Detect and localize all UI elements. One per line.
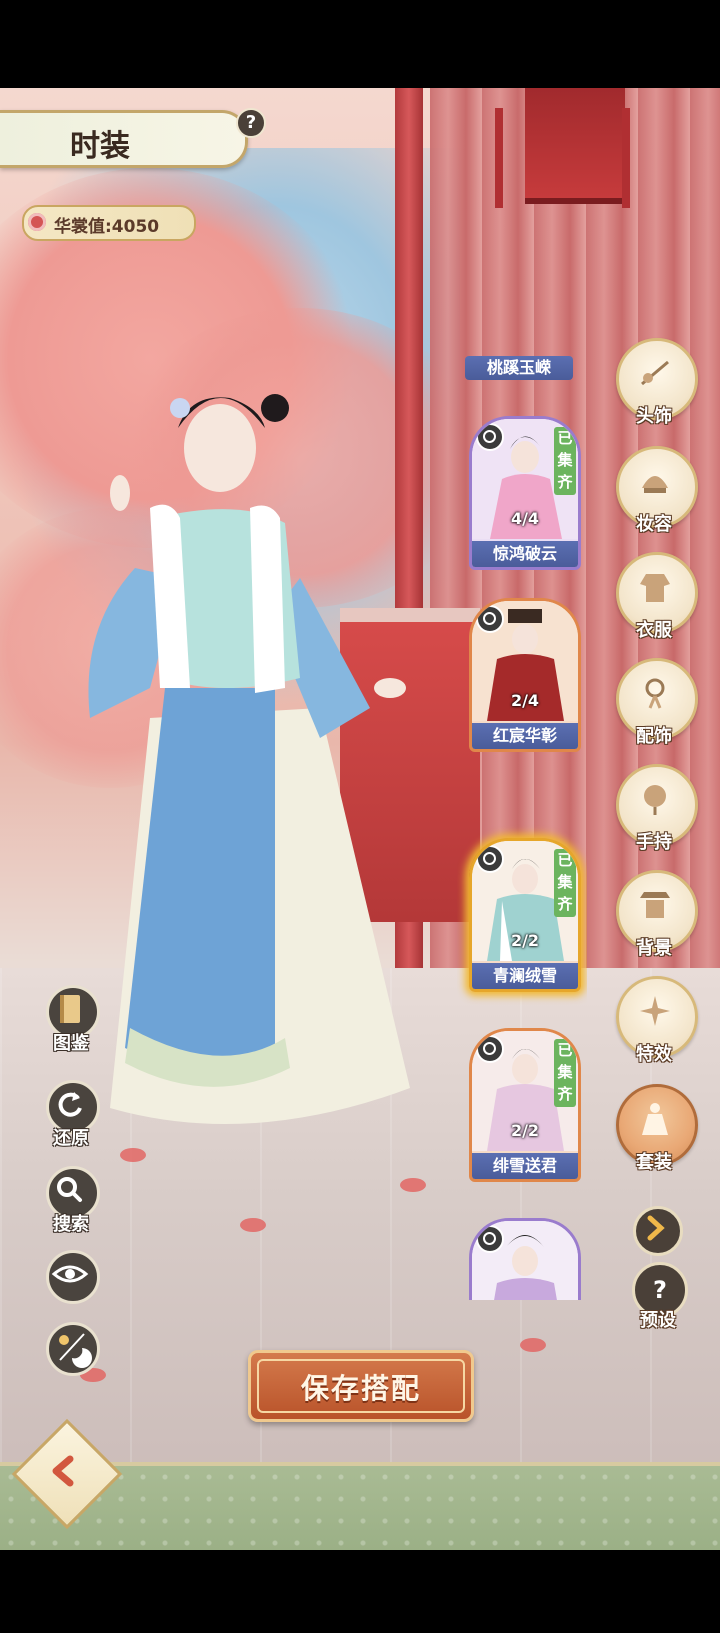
category-label: 特效: [636, 1044, 672, 1065]
zoom-icon[interactable]: [476, 423, 504, 451]
outfit-name: 惊鸿破云: [472, 541, 578, 567]
tool-label: 图鉴: [53, 1033, 89, 1054]
reset-button[interactable]: 还原: [36, 1080, 106, 1150]
category-effects[interactable]: 特效: [612, 976, 698, 1065]
score-value: 华裳值:4050: [54, 217, 160, 237]
category-outfit-set[interactable]: 套装: [612, 1084, 698, 1173]
eye-icon: [51, 1265, 89, 1283]
category-label: 妆容: [636, 514, 672, 535]
category-makeup[interactable]: 妆容: [612, 446, 698, 535]
day-night-icon: [59, 1333, 92, 1368]
outfit-name: 红宸华彰: [472, 723, 578, 749]
save-outfit-button[interactable]: 保存搭配: [248, 1350, 474, 1422]
lantern: [525, 88, 625, 204]
chevron-right-icon: [647, 1215, 665, 1241]
collected-badge: 已集齐: [554, 427, 576, 495]
piece-count: 4/4: [510, 509, 540, 528]
piece-count: 2/2: [510, 931, 540, 950]
category-clothing[interactable]: 衣服: [612, 552, 698, 641]
category-label: 配饰: [636, 726, 672, 747]
collected-badge: 已集齐: [554, 1039, 576, 1107]
category-label: 套装: [636, 1152, 672, 1173]
category-label: 衣服: [636, 620, 672, 641]
fan-icon: [644, 785, 666, 815]
page-title: 时装: [70, 129, 130, 164]
outfit-card[interactable]: 已集齐 4/4 惊鸿破云: [469, 416, 581, 570]
outfit-name: 绯雪送君: [472, 1153, 578, 1179]
accessory-icon: [645, 678, 665, 709]
catalog-button[interactable]: 图鉴: [36, 985, 106, 1055]
outfit-set-icon: [642, 1103, 668, 1135]
preset-label: 预设: [640, 1310, 676, 1331]
category-background[interactable]: 背景: [612, 870, 698, 959]
pavilion-icon: [640, 892, 670, 918]
collected-badge: 已集齐: [554, 849, 576, 917]
score-badge: 华裳值:4050: [22, 205, 196, 241]
zoom-icon[interactable]: [476, 605, 504, 633]
toggle-view-button[interactable]: [36, 1250, 106, 1320]
piece-count: 2/4: [510, 691, 540, 710]
zoom-icon[interactable]: [476, 1035, 504, 1063]
category-hair-accessory[interactable]: 头饰: [612, 338, 698, 427]
search-button[interactable]: 搜索: [36, 1166, 106, 1236]
outfit-name: 青澜绒雪: [472, 963, 578, 989]
petal: [240, 1218, 266, 1232]
robe-icon: [640, 574, 670, 602]
category-label: 背景: [636, 938, 672, 959]
outfit-card[interactable]: 已集齐 2/2 绯雪送君: [469, 1028, 581, 1182]
outfit-card[interactable]: 2/4 红宸华彰: [469, 598, 581, 752]
flower-icon: [28, 213, 46, 231]
book-icon: [60, 995, 80, 1023]
outfit-card[interactable]: [469, 1218, 581, 1300]
petal: [520, 1338, 546, 1352]
zoom-icon[interactable]: [476, 1225, 504, 1253]
save-button-label: 保存搭配: [300, 1372, 421, 1405]
category-handheld[interactable]: 手持: [612, 764, 698, 853]
day-night-button[interactable]: [36, 1322, 106, 1392]
outfit-card-selected[interactable]: 已集齐 2/2 青澜绒雪: [469, 838, 581, 992]
petal: [400, 1178, 426, 1192]
tool-label: 还原: [53, 1128, 89, 1149]
category-accessory[interactable]: 配饰: [612, 658, 698, 747]
hairpin-icon: [641, 360, 669, 386]
outfit-card-partial[interactable]: 桃蹊玉嵘: [465, 356, 573, 380]
title-banner: 时装: [0, 110, 248, 168]
category-label: 头饰: [636, 406, 672, 427]
back-arrow-icon: [52, 1455, 74, 1487]
lantern-tassel: [622, 108, 630, 208]
piece-count: 2/2: [510, 1121, 540, 1140]
lantern-tassel: [495, 108, 503, 208]
tool-label: 搜索: [53, 1214, 89, 1235]
help-button[interactable]: ?: [236, 108, 266, 138]
sparkle-icon: [640, 996, 670, 1026]
next-page-button[interactable]: [633, 1206, 683, 1256]
reset-icon: [58, 1092, 82, 1117]
zoom-icon[interactable]: [476, 845, 504, 873]
preset-button[interactable]: ? 预设: [625, 1262, 691, 1332]
dressed-character: [88, 394, 410, 1124]
category-label: 手持: [636, 832, 672, 853]
headdress-icon: [642, 476, 668, 493]
search-icon: [57, 1177, 82, 1202]
outfit-list[interactable]: 桃蹊玉嵘 已集齐 4/4 惊鸿破云 2/4 红宸华彰 已集齐 2/2 青澜绒雪 …: [457, 350, 587, 1300]
